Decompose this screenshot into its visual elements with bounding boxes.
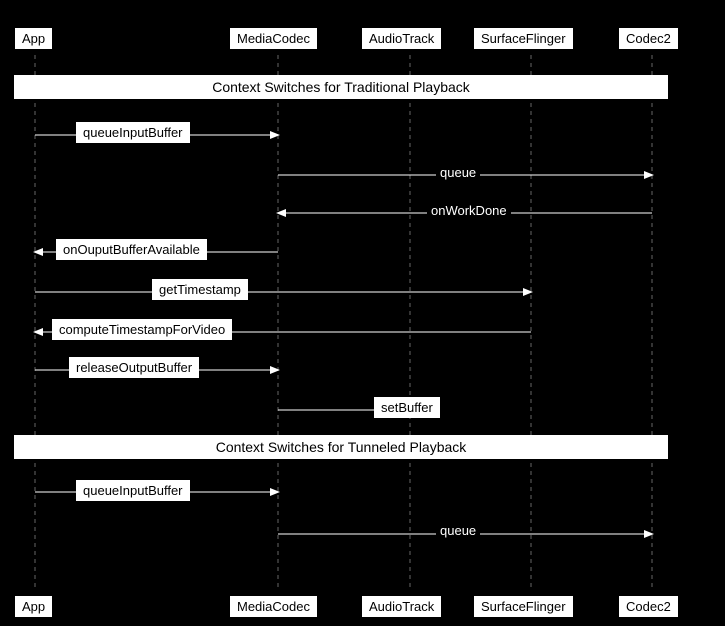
actor-app-bottom: App: [15, 596, 52, 617]
actor-mediacodec-top: MediaCodec: [230, 28, 317, 49]
msg-get-timestamp: getTimestamp: [152, 279, 248, 300]
section-traditional: Context Switches for Traditional Playbac…: [14, 75, 668, 99]
msg-tunneled-queue: queue: [436, 521, 480, 540]
section-tunneled: Context Switches for Tunneled Playback: [14, 435, 668, 459]
msg-on-work-done: onWorkDone: [427, 201, 511, 220]
actor-codec2-bottom: Codec2: [619, 596, 678, 617]
msg-set-buffer: setBuffer: [374, 397, 440, 418]
msg-tunneled-queue-input: queueInputBuffer: [76, 480, 190, 501]
msg-release-output-buffer: releaseOutputBuffer: [69, 357, 199, 378]
actor-mediacodec-bottom: MediaCodec: [230, 596, 317, 617]
diagram: App MediaCodec AudioTrack SurfaceFlinger…: [0, 0, 725, 626]
actor-app-top: App: [15, 28, 52, 49]
actor-codec2-top: Codec2: [619, 28, 678, 49]
msg-compute-timestamp: computeTimestampForVideo: [52, 319, 232, 340]
actor-surfaceflinger-bottom: SurfaceFlinger: [474, 596, 573, 617]
actor-surfaceflinger-top: SurfaceFlinger: [474, 28, 573, 49]
msg-queue-input-buffer: queueInputBuffer: [76, 122, 190, 143]
actor-audiotrack-bottom: AudioTrack: [362, 596, 441, 617]
actor-audiotrack-top: AudioTrack: [362, 28, 441, 49]
msg-on-output-buffer-available: onOuputBufferAvailable: [56, 239, 207, 260]
msg-queue: queue: [436, 163, 480, 182]
